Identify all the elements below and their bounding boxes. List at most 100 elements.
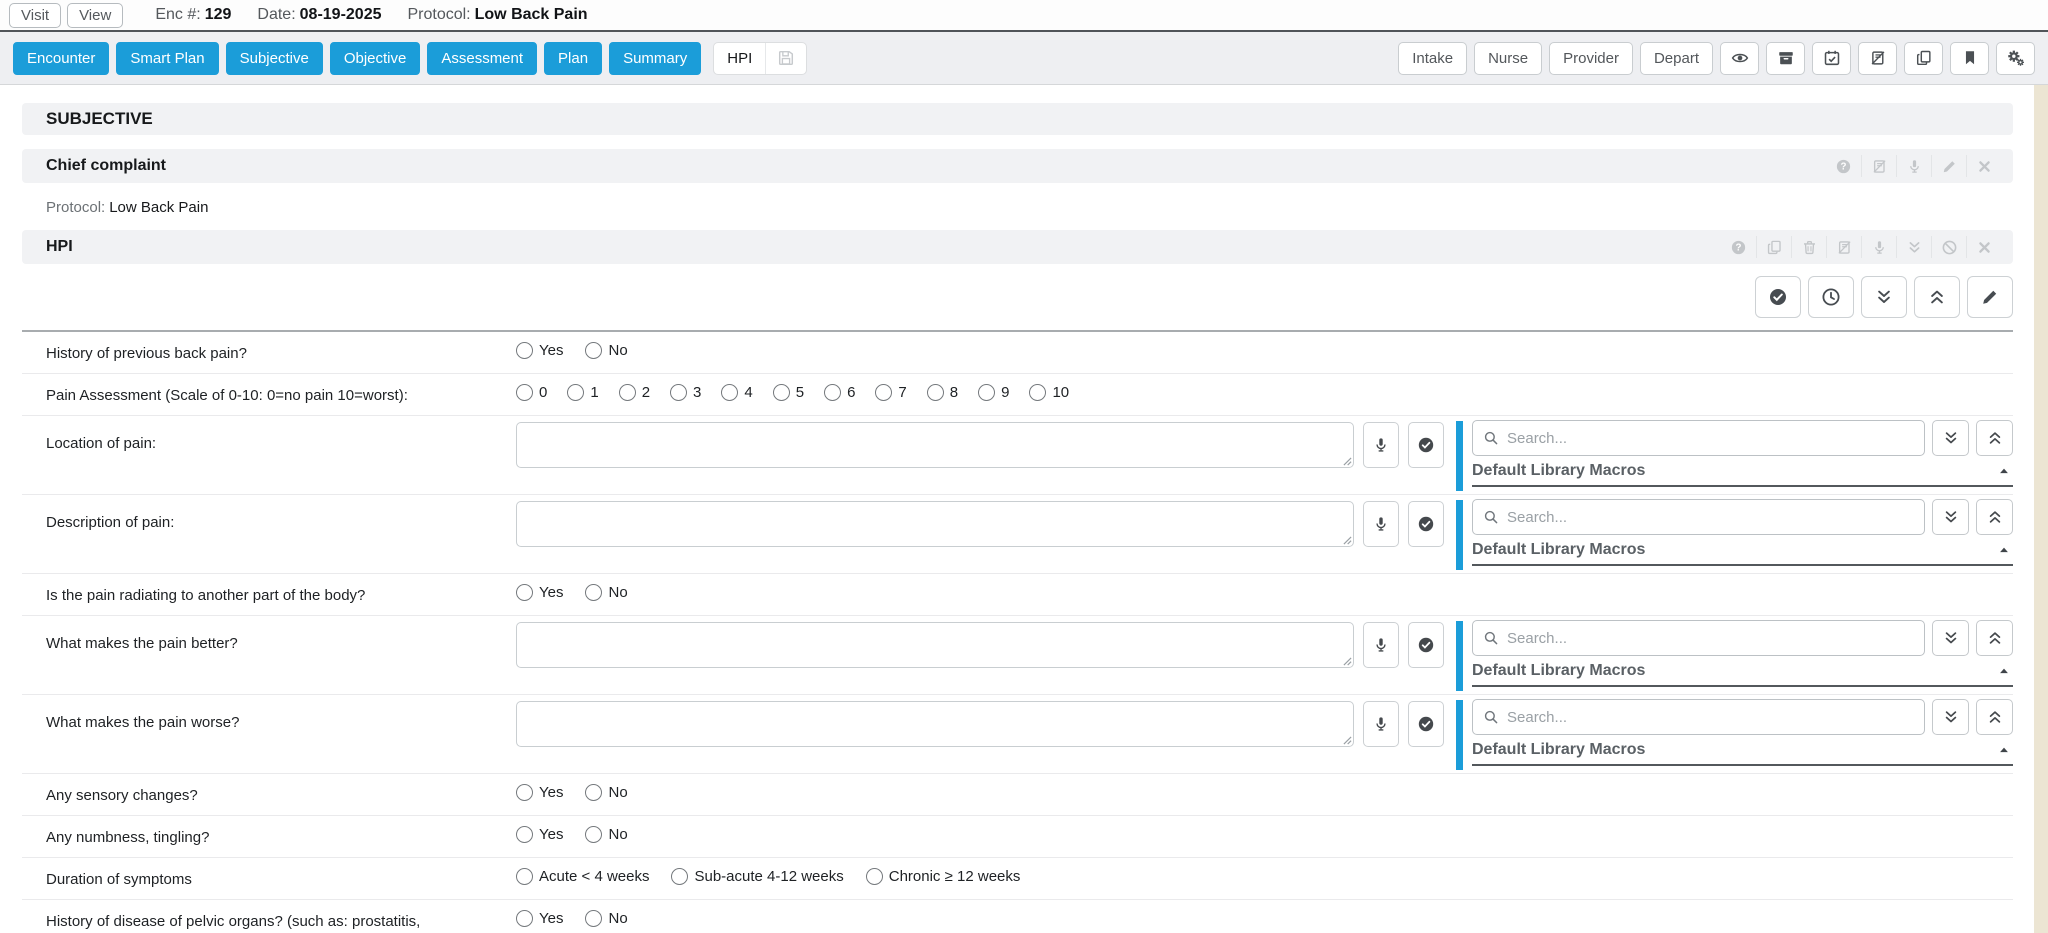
option-no[interactable]: No (585, 784, 627, 801)
nav-plan-button[interactable]: Plan (544, 42, 602, 75)
option-yes-radio[interactable] (516, 826, 533, 843)
eye-button[interactable] (1720, 42, 1759, 75)
edit-button[interactable] (1931, 155, 1966, 177)
confirm-button[interactable] (1408, 701, 1444, 747)
answer-textarea[interactable] (516, 422, 1354, 468)
trash-button[interactable] (1791, 236, 1826, 258)
copy-button[interactable] (1756, 236, 1791, 258)
option-2[interactable]: 2 (619, 384, 650, 401)
option-3[interactable]: 3 (670, 384, 701, 401)
option-0[interactable]: 0 (516, 384, 547, 401)
macro-group-header[interactable]: Default Library Macros (1472, 738, 2013, 766)
option-no[interactable]: No (585, 910, 627, 927)
confirm-button[interactable] (1408, 422, 1444, 468)
answer-textarea[interactable] (516, 622, 1354, 668)
option-no-radio[interactable] (585, 910, 602, 927)
nav-smart-plan-button[interactable]: Smart Plan (116, 42, 218, 75)
copy-button[interactable] (1904, 42, 1943, 75)
nav-summary-button[interactable]: Summary (609, 42, 701, 75)
option-sub-acute-4-12-weeks[interactable]: Sub-acute 4-12 weeks (671, 868, 843, 885)
option-1[interactable]: 1 (567, 384, 598, 401)
edit-button[interactable] (1967, 276, 2013, 318)
clock-button[interactable] (1808, 276, 1854, 318)
microphone-button[interactable] (1896, 155, 1931, 177)
option-yes[interactable]: Yes (516, 584, 563, 601)
microphone-button[interactable] (1363, 622, 1399, 668)
collapse-all-button[interactable] (1976, 420, 2013, 456)
help-button[interactable] (1721, 236, 1756, 258)
expand-all-button[interactable] (1932, 420, 1969, 456)
chevron-double-down-button[interactable] (1861, 276, 1907, 318)
option-yes[interactable]: Yes (516, 910, 563, 927)
visit-button[interactable]: Visit (9, 3, 61, 28)
option-no[interactable]: No (585, 584, 627, 601)
confirm-button[interactable] (1408, 501, 1444, 547)
library-button[interactable] (1826, 236, 1861, 258)
help-button[interactable] (1826, 155, 1861, 177)
option-no[interactable]: No (585, 826, 627, 843)
nurse-button[interactable]: Nurse (1474, 42, 1542, 75)
macro-search-input[interactable] (1507, 709, 1914, 726)
option-no-radio[interactable] (585, 584, 602, 601)
option-6[interactable]: 6 (824, 384, 855, 401)
option-acute-4-weeks[interactable]: Acute < 4 weeks (516, 868, 649, 885)
option-9-radio[interactable] (978, 384, 995, 401)
nav-assessment-button[interactable]: Assessment (427, 42, 537, 75)
close-button[interactable] (1966, 236, 2001, 258)
provider-button[interactable]: Provider (1549, 42, 1633, 75)
macro-group-header[interactable]: Default Library Macros (1472, 659, 2013, 687)
collapse-all-button[interactable] (1976, 699, 2013, 735)
option-6-radio[interactable] (824, 384, 841, 401)
check-circle-button[interactable] (1755, 276, 1801, 318)
microphone-button[interactable] (1861, 236, 1896, 258)
option-10-radio[interactable] (1029, 384, 1046, 401)
option-no-radio[interactable] (585, 342, 602, 359)
depart-button[interactable]: Depart (1640, 42, 1713, 75)
ban-button[interactable] (1931, 236, 1966, 258)
expand-all-button[interactable] (1932, 499, 1969, 535)
option-5[interactable]: 5 (773, 384, 804, 401)
microphone-button[interactable] (1363, 422, 1399, 468)
macro-search-input[interactable] (1507, 430, 1914, 447)
close-button[interactable] (1966, 155, 2001, 177)
macro-search-input[interactable] (1507, 509, 1914, 526)
chevron-double-down-button[interactable] (1896, 236, 1931, 258)
save-button[interactable] (766, 49, 806, 67)
expand-all-button[interactable] (1932, 620, 1969, 656)
option-4-radio[interactable] (721, 384, 738, 401)
microphone-button[interactable] (1363, 501, 1399, 547)
option-yes-radio[interactable] (516, 784, 533, 801)
option-0-radio[interactable] (516, 384, 533, 401)
option-yes[interactable]: Yes (516, 826, 563, 843)
collapse-all-button[interactable] (1976, 620, 2013, 656)
option-5-radio[interactable] (773, 384, 790, 401)
option-1-radio[interactable] (567, 384, 584, 401)
option-yes[interactable]: Yes (516, 784, 563, 801)
option-no-radio[interactable] (585, 826, 602, 843)
option-chronic-12-weeks-radio[interactable] (866, 868, 883, 885)
bookmark-button[interactable] (1950, 42, 1989, 75)
option-acute-4-weeks-radio[interactable] (516, 868, 533, 885)
option-sub-acute-4-12-weeks-radio[interactable] (671, 868, 688, 885)
option-9[interactable]: 9 (978, 384, 1009, 401)
option-10[interactable]: 10 (1029, 384, 1069, 401)
nav-subjective-button[interactable]: Subjective (226, 42, 323, 75)
active-section-tab[interactable]: HPI (713, 42, 807, 75)
option-3-radio[interactable] (670, 384, 687, 401)
option-8-radio[interactable] (927, 384, 944, 401)
option-7-radio[interactable] (875, 384, 892, 401)
option-4[interactable]: 4 (721, 384, 752, 401)
option-no[interactable]: No (585, 342, 627, 359)
option-yes[interactable]: Yes (516, 342, 563, 359)
option-chronic-12-weeks[interactable]: Chronic ≥ 12 weeks (866, 868, 1021, 885)
macro-search-input[interactable] (1507, 630, 1914, 647)
nav-encounter-button[interactable]: Encounter (13, 42, 109, 75)
archive-button[interactable] (1766, 42, 1805, 75)
option-no-radio[interactable] (585, 784, 602, 801)
option-yes-radio[interactable] (516, 584, 533, 601)
answer-textarea[interactable] (516, 501, 1354, 547)
library-button[interactable] (1861, 155, 1896, 177)
macro-group-header[interactable]: Default Library Macros (1472, 459, 2013, 487)
option-8[interactable]: 8 (927, 384, 958, 401)
option-2-radio[interactable] (619, 384, 636, 401)
